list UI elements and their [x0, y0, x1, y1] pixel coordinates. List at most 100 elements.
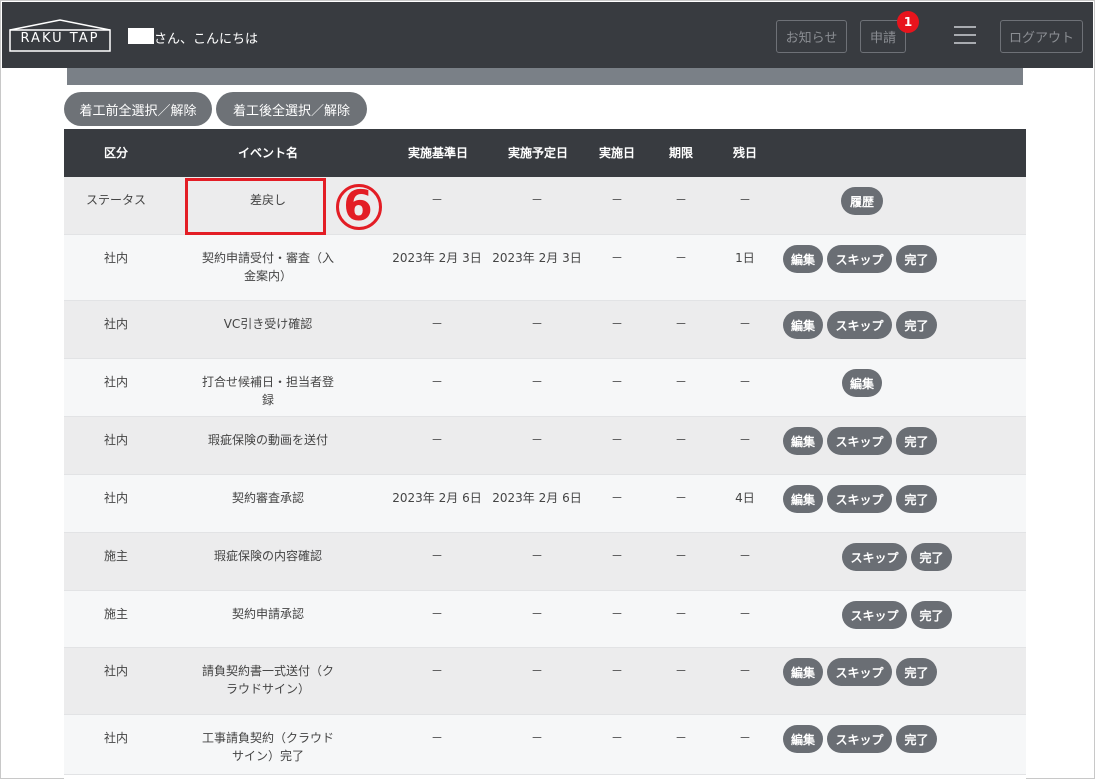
row-done-date: －: [610, 607, 623, 621]
history-button[interactable]: 履歴: [841, 187, 883, 215]
header-event: イベント名: [237, 146, 298, 160]
table-row: 施主 瑕疵保険の内容確認 － － － － － スキップ 完了: [64, 533, 1026, 591]
skip-button[interactable]: スキップ: [827, 311, 892, 339]
edit-button[interactable]: 編集: [783, 245, 823, 273]
row-remaining: －: [738, 375, 751, 389]
table-row: 社内 打合せ候補日・担当者登録 － － － － － 編集: [64, 359, 1026, 417]
greeting-text: さん、こんにちは: [154, 32, 259, 47]
edit-button[interactable]: 編集: [783, 427, 823, 455]
row-event-name: 契約申請承認: [231, 607, 304, 621]
row-planned-date: －: [530, 664, 543, 678]
header-remaining: 残日: [732, 146, 757, 160]
logo-text: RAKU TAP: [20, 31, 100, 46]
row-event-name: 工事請負契約（クラウドサイン）完了: [201, 731, 334, 763]
row-done-date: －: [610, 251, 623, 265]
complete-button[interactable]: 完了: [911, 543, 952, 571]
row-planned-date: －: [530, 317, 543, 331]
row-planned-date: －: [530, 193, 543, 207]
row-done-date: －: [610, 664, 623, 678]
table-row: 社内 VC引き受け確認 － － － － － 編集 スキップ 完了: [64, 301, 1026, 359]
select-after-construction-button[interactable]: 着工後全選択／解除: [216, 92, 367, 126]
row-category: 社内: [103, 251, 128, 265]
row-category: 社内: [103, 731, 128, 745]
row-done-date: －: [610, 317, 623, 331]
edit-button[interactable]: 編集: [783, 311, 823, 339]
row-base-date: －: [430, 664, 443, 678]
row-base-date: 2023年 2月 6日: [392, 491, 482, 505]
skip-button[interactable]: スキップ: [827, 485, 892, 513]
edit-button[interactable]: 編集: [842, 369, 882, 397]
table-row: 社内 契約申請受付・審査（入金案内） 2023年 2月 3日 2023年 2月 3日 －…: [64, 235, 1026, 301]
row-done-date: －: [610, 433, 623, 447]
complete-button[interactable]: 完了: [896, 427, 937, 455]
notice-button[interactable]: お知らせ: [776, 20, 847, 53]
row-event-name: 請負契約書一式送付（クラウドサイン）: [201, 664, 334, 696]
row-base-date: －: [430, 193, 443, 207]
table-row: 施主 契約申請承認 － － － － － スキップ 完了: [64, 591, 1026, 648]
row-base-date: －: [430, 607, 443, 621]
row-event-name: 契約申請受付・審査（入金案内）: [201, 251, 334, 283]
row-base-date: 2023年 2月 3日: [392, 251, 482, 265]
edit-button[interactable]: 編集: [783, 485, 823, 513]
row-remaining: －: [738, 433, 751, 447]
row-done-date: －: [610, 731, 623, 745]
row-remaining: －: [738, 607, 751, 621]
complete-button[interactable]: 完了: [896, 311, 937, 339]
header-category: 区分: [103, 146, 128, 160]
row-remaining: －: [738, 664, 751, 678]
row-category: 社内: [103, 664, 128, 678]
menu-icon[interactable]: [954, 26, 976, 44]
table-row: 社内 請負契約書一式送付（クラウドサイン） － － － － － 編集 スキップ 完了: [64, 648, 1026, 715]
complete-button[interactable]: 完了: [911, 601, 952, 629]
edit-button[interactable]: 編集: [783, 725, 823, 753]
header-planned-date: 実施予定日: [507, 146, 568, 160]
highlight-box: [185, 178, 326, 235]
apply-notification-badge: 1: [897, 11, 919, 33]
skip-button[interactable]: スキップ: [842, 543, 907, 571]
row-planned-date: －: [530, 607, 543, 621]
header-done-date: 実施日: [598, 146, 635, 160]
skip-button[interactable]: スキップ: [827, 725, 892, 753]
header-base-date: 実施基準日: [407, 146, 468, 160]
table-row: 社内 工事請負契約（クラウドサイン）完了 － － － － － 編集 スキップ 完了: [64, 715, 1026, 775]
row-category: 施主: [103, 607, 128, 621]
row-deadline: －: [674, 491, 687, 505]
row-base-date: －: [430, 433, 443, 447]
row-event-name: 瑕疵保険の動画を送付: [207, 433, 328, 447]
row-remaining: －: [738, 193, 751, 207]
row-deadline: －: [674, 193, 687, 207]
row-category: 社内: [103, 375, 128, 389]
complete-button[interactable]: 完了: [896, 245, 937, 273]
row-category: 施主: [103, 549, 128, 563]
row-planned-date: －: [530, 731, 543, 745]
row-base-date: －: [430, 317, 443, 331]
row-remaining: －: [738, 731, 751, 745]
row-planned-date: 2023年 2月 3日: [492, 251, 582, 265]
row-planned-date: －: [530, 549, 543, 563]
row-event-name: VC引き受け確認: [223, 317, 313, 331]
logo[interactable]: RAKU TAP: [8, 18, 112, 52]
skip-button[interactable]: スキップ: [842, 601, 907, 629]
select-before-construction-button[interactable]: 着工前全選択／解除: [64, 92, 212, 126]
row-done-date: －: [610, 491, 623, 505]
row-event-name: 契約審査承認: [231, 491, 304, 505]
row-deadline: －: [674, 731, 687, 745]
row-base-date: －: [430, 549, 443, 563]
row-deadline: －: [674, 251, 687, 265]
row-category: 社内: [103, 317, 128, 331]
edit-button[interactable]: 編集: [783, 658, 823, 686]
row-planned-date: －: [530, 433, 543, 447]
skip-button[interactable]: スキップ: [827, 427, 892, 455]
complete-button[interactable]: 完了: [896, 485, 937, 513]
skip-button[interactable]: スキップ: [827, 658, 892, 686]
row-base-date: －: [430, 375, 443, 389]
row-category: 社内: [103, 491, 128, 505]
row-done-date: －: [610, 375, 623, 389]
row-category: ステータス: [85, 193, 146, 207]
row-deadline: －: [674, 664, 687, 678]
skip-button[interactable]: スキップ: [827, 245, 892, 273]
complete-button[interactable]: 完了: [896, 658, 937, 686]
table-row: 社内 契約審査承認 2023年 2月 6日 2023年 2月 6日 － － 4日 編集 スキップ…: [64, 475, 1026, 533]
complete-button[interactable]: 完了: [896, 725, 937, 753]
logout-button[interactable]: ログアウト: [1000, 20, 1083, 53]
